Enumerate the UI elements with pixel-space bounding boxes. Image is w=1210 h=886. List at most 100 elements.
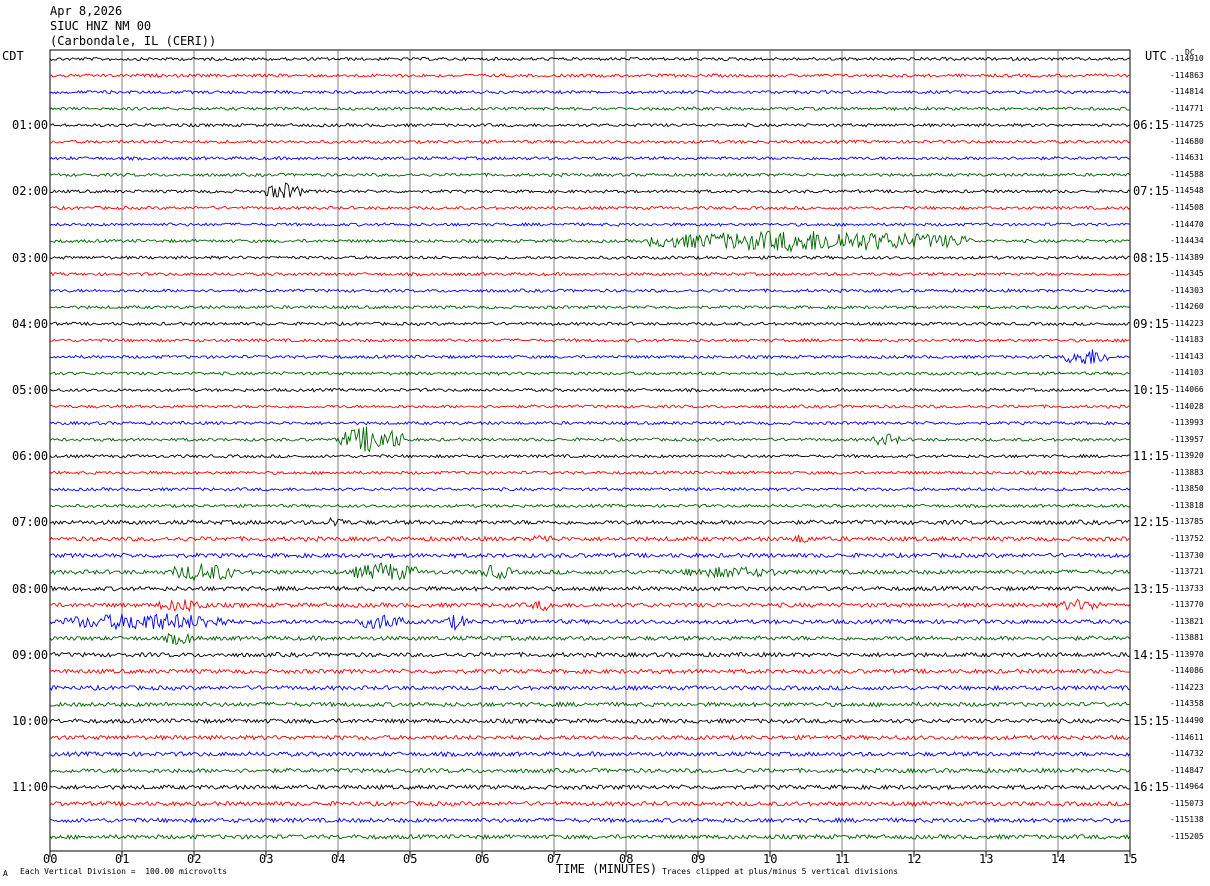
trace-line [49, 585, 1131, 592]
trace-line [49, 486, 1131, 492]
trace-line [49, 349, 1131, 365]
dc-offset-label: -114548 [1170, 186, 1204, 196]
clip-note: Traces clipped at plus/minus 5 vertical … [662, 867, 899, 876]
dc-offset-label: -114964 [1170, 782, 1204, 792]
header-date: Apr 8,2026 [50, 4, 123, 18]
cdt-hour-label: 11:00 [12, 780, 49, 795]
trace-line [49, 337, 1130, 343]
dc-offset-label: -114470 [1170, 219, 1204, 229]
dc-offset-label: -114771 [1170, 103, 1204, 113]
plot-frame [49, 49, 1131, 852]
utc-hour-label: 14:15 [1133, 647, 1170, 662]
dc-offset-label: -114389 [1170, 252, 1204, 262]
dc-offset-label: -114183 [1170, 335, 1204, 345]
corner-mark: A [3, 869, 8, 878]
trace-line [49, 562, 1131, 582]
utc-hour-label: 10:15 [1133, 383, 1170, 397]
x-tick-label: 13 [979, 852, 994, 866]
cdt-hour-label: 06:00 [12, 449, 49, 464]
trace-line [49, 816, 1131, 824]
trace-line [49, 470, 1131, 476]
grid-lines [49, 49, 1131, 852]
trace-line [49, 205, 1131, 211]
dc-offset-label: -114345 [1170, 269, 1204, 279]
dc-offset-label: -113821 [1170, 616, 1204, 626]
cdt-hour-label: 05:00 [12, 383, 49, 397]
x-tick-label: 01 [115, 852, 130, 866]
dc-offset-label: -114223 [1170, 318, 1204, 328]
dc-offset-label: -113818 [1170, 500, 1204, 510]
x-tick-label: 06 [475, 852, 490, 866]
cdt-hour-label: 02:00 [12, 184, 49, 199]
x-tick-label: 02 [187, 852, 202, 866]
dc-offset-label: -114434 [1170, 236, 1204, 246]
dc-offset-label: -114508 [1170, 202, 1204, 212]
dc-offset-label: -113883 [1170, 467, 1204, 477]
header-station: SIUC HNZ NM 00 [50, 19, 152, 33]
trace-line [49, 182, 1131, 199]
trace-line [49, 613, 1131, 632]
dc-offset-label: -113733 [1170, 583, 1204, 593]
x-tick-label: 12 [907, 852, 922, 866]
dc-offset-label: -115138 [1170, 815, 1204, 825]
cdt-zone-label: CDT [2, 49, 24, 63]
dc-offset-label: -114143 [1170, 351, 1204, 361]
dc-offset-label: -114611 [1170, 732, 1204, 742]
dc-offset-label: -114910 [1170, 54, 1204, 63]
dc-offset-label: -114847 [1170, 765, 1204, 775]
trace-line [49, 387, 1131, 393]
utc-hour-label: 06:15 [1133, 118, 1170, 133]
trace-line [49, 230, 1131, 254]
x-tick-label: 00 [43, 852, 58, 866]
utc-hour-label: 07:15 [1133, 184, 1170, 199]
trace-line [49, 304, 1131, 310]
trace-line [49, 255, 1131, 261]
seismic-traces [49, 56, 1131, 841]
dc-offset-label: -114863 [1170, 70, 1204, 80]
x-tick-label: 14 [1051, 852, 1066, 866]
trace-line [49, 552, 1131, 559]
dc-offset-label: -114814 [1170, 87, 1204, 97]
dc-offset-label: -114066 [1170, 385, 1204, 394]
dc-offset-label: -113850 [1170, 484, 1204, 494]
trace-line [49, 426, 1131, 453]
trace-line [49, 420, 1131, 426]
cdt-hour-label: 10:00 [12, 714, 49, 728]
trace-line [49, 734, 1131, 741]
trace-line [49, 271, 1131, 277]
vertical-division-note: Each Vertical Division = 100.00 microvol… [20, 867, 228, 876]
trace-line [49, 122, 1131, 128]
x-axis [49, 851, 1131, 857]
trace-line [49, 89, 1131, 95]
header-location: (Carbondale, IL (CERI)) [50, 34, 217, 48]
dc-offset-label: -115205 [1170, 831, 1204, 841]
utc-hour-label: 13:15 [1133, 581, 1170, 596]
trace-line [49, 750, 1131, 758]
dc-offset-label: -114490 [1170, 716, 1204, 725]
dc-offset-label: -113770 [1170, 600, 1204, 610]
dc-offset-label: -114725 [1170, 120, 1204, 130]
trace-line [49, 767, 1131, 774]
dc-offset-label: -113785 [1170, 517, 1204, 527]
trace-line [49, 700, 1131, 708]
dc-offset-label: -115073 [1170, 798, 1204, 808]
trace-line [49, 73, 1131, 78]
dc-offset-label: -113721 [1170, 567, 1204, 577]
cdt-hour-label: 03:00 [12, 250, 49, 265]
trace-line [49, 139, 1131, 145]
cdt-hour-label: 07:00 [12, 515, 49, 530]
dc-offset-label: -113920 [1170, 451, 1204, 461]
utc-hour-label: 16:15 [1133, 780, 1170, 795]
x-tick-label: 15 [1123, 852, 1138, 866]
trace-line [49, 632, 1131, 646]
helicorder-chart [49, 49, 1131, 857]
trace-line [49, 288, 1131, 294]
utc-hour-label: 09:15 [1133, 316, 1170, 331]
dc-offset-label: -114028 [1170, 401, 1204, 411]
dc-offset-label: -114103 [1170, 368, 1204, 378]
utc-hour-label: 15:15 [1133, 714, 1170, 728]
cdt-hour-label: 01:00 [12, 118, 49, 133]
dc-offset-label: -113970 [1170, 649, 1204, 659]
trace-line [49, 453, 1131, 459]
x-tick-label: 05 [403, 852, 418, 866]
